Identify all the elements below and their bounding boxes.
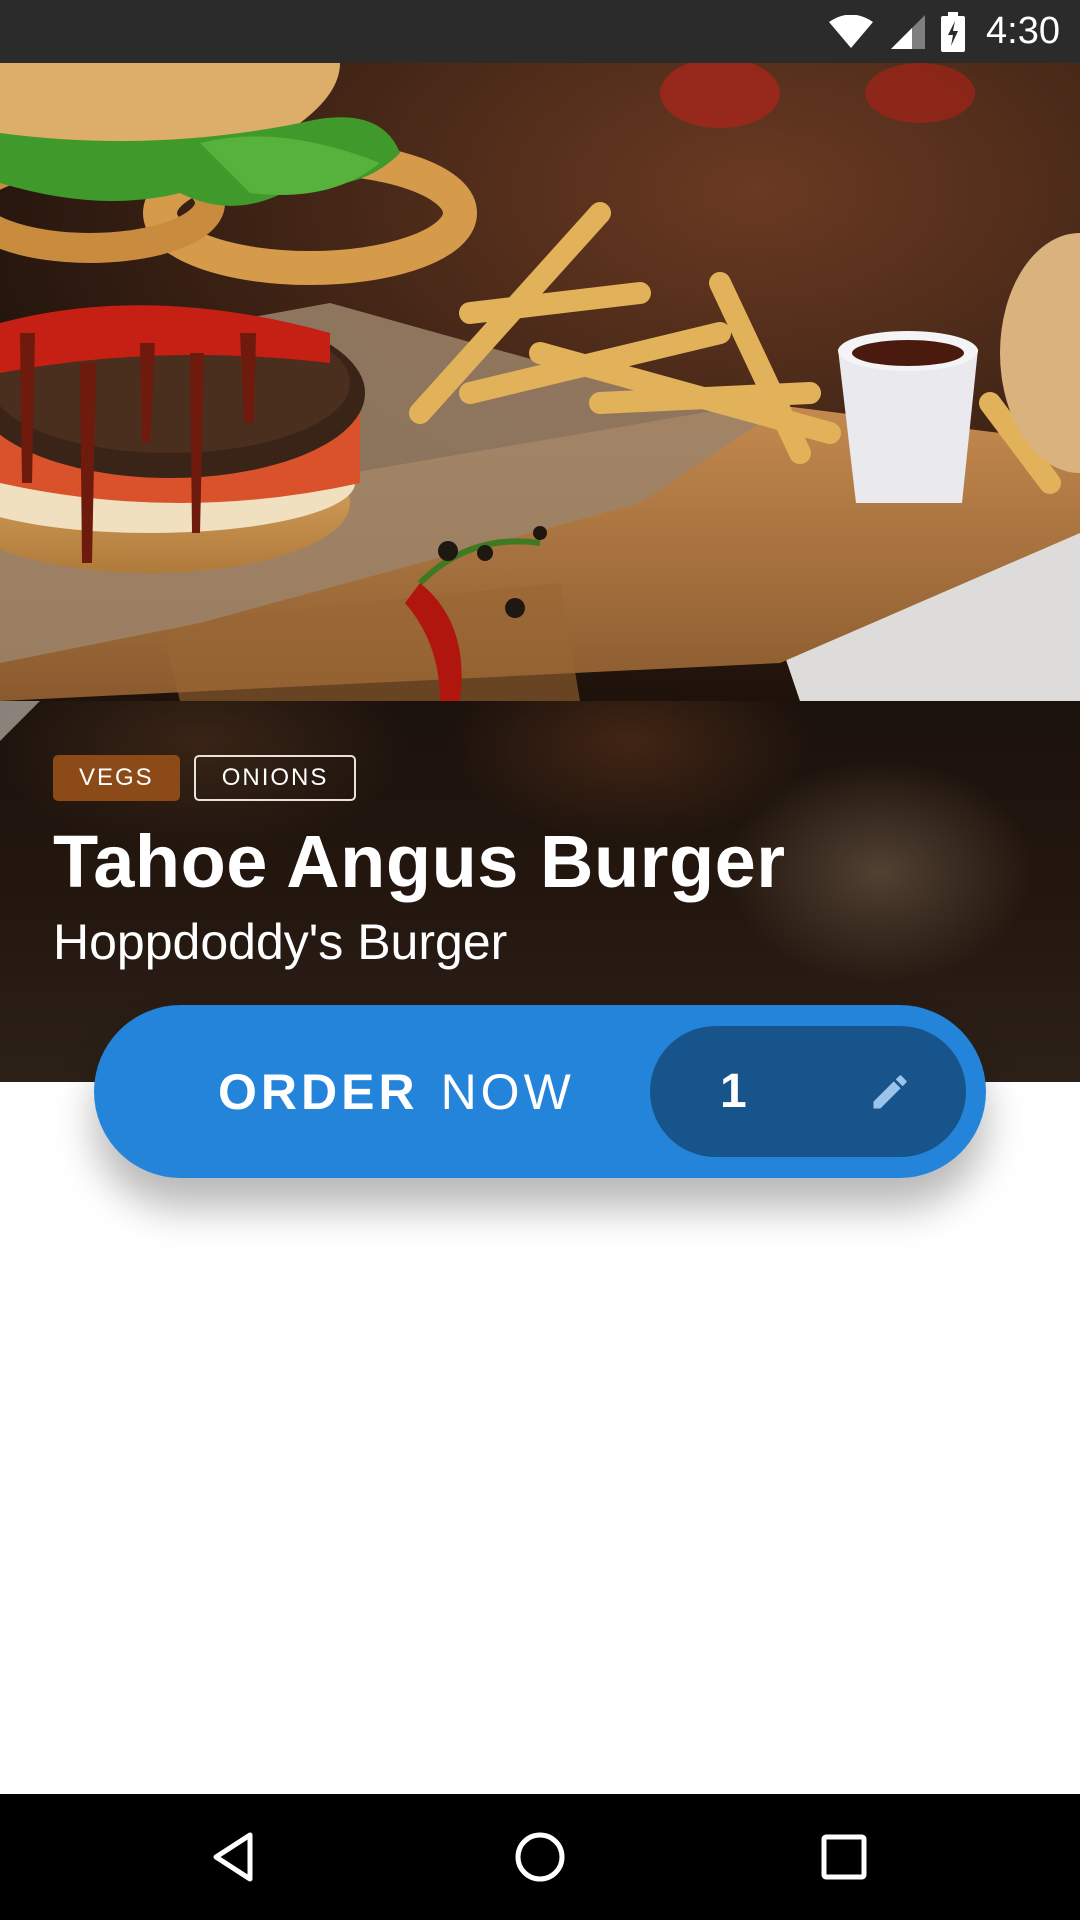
signal-icon bbox=[891, 14, 926, 49]
wifi-icon bbox=[829, 14, 874, 48]
recents-icon[interactable] bbox=[814, 1827, 874, 1887]
back-icon[interactable] bbox=[206, 1827, 266, 1887]
tag-vegs[interactable]: VEGS bbox=[53, 755, 180, 801]
pencil-icon[interactable] bbox=[868, 1070, 912, 1114]
corner-fold-decoration bbox=[0, 701, 40, 741]
order-now-button[interactable]: ORDER NOW 1 bbox=[94, 1005, 986, 1178]
order-now-label: ORDER NOW bbox=[218, 1005, 575, 1178]
status-bar: 4:30 bbox=[0, 0, 1080, 63]
tag-onions[interactable]: ONIONS bbox=[193, 755, 357, 801]
battery-charging-icon bbox=[941, 11, 966, 52]
status-time: 4:30 bbox=[986, 10, 1060, 52]
status-icons: 4:30 bbox=[828, 0, 1060, 63]
quantity-value: 1 bbox=[720, 1065, 747, 1118]
tag-list: VEGS ONIONS bbox=[53, 755, 357, 801]
order-label-light: NOW bbox=[440, 1063, 575, 1120]
hero-image bbox=[0, 63, 1080, 701]
product-title: Tahoe Angus Burger bbox=[53, 820, 786, 903]
navigation-bar bbox=[0, 1794, 1080, 1920]
home-icon[interactable] bbox=[510, 1827, 570, 1887]
quantity-editor[interactable]: 1 bbox=[650, 1026, 966, 1157]
restaurant-name: Hoppdoddy's Burger bbox=[53, 914, 508, 970]
order-label-bold: ORDER bbox=[218, 1063, 419, 1120]
